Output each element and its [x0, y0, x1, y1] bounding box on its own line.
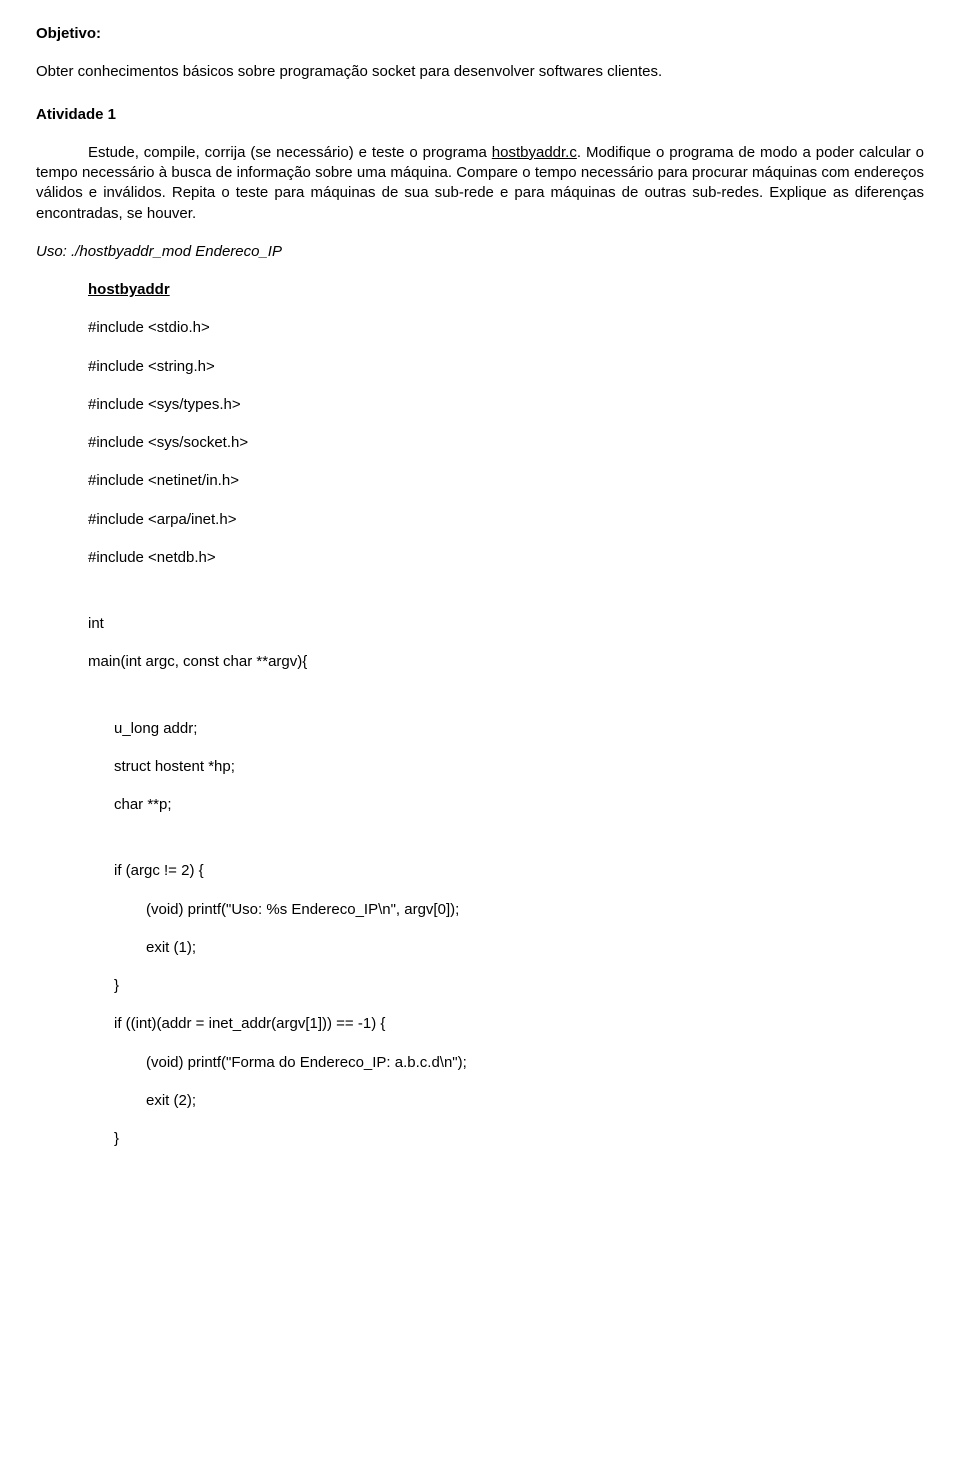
hostbyaddr-link-line: hostbyaddr [88, 280, 924, 300]
code-printf-forma: (void) printf("Forma do Endereco_IP: a.b… [146, 1053, 924, 1073]
objective-paragraph: Obter conhecimentos básicos sobre progra… [36, 62, 924, 82]
include-line: #include <netdb.h> [88, 548, 924, 568]
code-charpp: char **p; [114, 795, 924, 815]
include-line: #include <stdio.h> [88, 318, 924, 338]
code-exit1: exit (1); [146, 938, 924, 958]
activity-title: Atividade 1 [36, 105, 924, 125]
code-struct: struct hostent *hp; [114, 757, 924, 777]
code-int: int [88, 614, 924, 634]
code-close-brace: } [114, 976, 924, 996]
uso-label: Uso: [36, 243, 71, 260]
include-line: #include <string.h> [88, 357, 924, 377]
activity-paragraph: Estude, compile, corrija (se necessário)… [36, 143, 924, 224]
code-if-argc: if (argc != 2) { [114, 861, 924, 881]
activity-intro-pre: Estude, compile, corrija (se necessário)… [88, 144, 492, 161]
include-line: #include <netinet/in.h> [88, 471, 924, 491]
include-line: #include <sys/types.h> [88, 395, 924, 415]
code-u-long: u_long addr; [114, 719, 924, 739]
code-main-decl: main(int argc, const char **argv){ [88, 652, 924, 672]
uso-value: ./hostbyaddr_mod Endereco_IP [71, 243, 282, 260]
objective-heading: Objetivo: [36, 24, 924, 44]
code-close-brace-2: } [114, 1129, 924, 1149]
hostbyaddr-c-link[interactable]: hostbyaddr.c [492, 144, 577, 161]
code-printf-uso: (void) printf("Uso: %s Endereco_IP\n", a… [146, 900, 924, 920]
code-if-addr: if ((int)(addr = inet_addr(argv[1])) == … [114, 1014, 924, 1034]
hostbyaddr-link[interactable]: hostbyaddr [88, 281, 170, 298]
include-line: #include <arpa/inet.h> [88, 510, 924, 530]
code-exit2: exit (2); [146, 1091, 924, 1111]
uso-line: Uso: ./hostbyaddr_mod Endereco_IP [36, 242, 924, 262]
include-line: #include <sys/socket.h> [88, 433, 924, 453]
